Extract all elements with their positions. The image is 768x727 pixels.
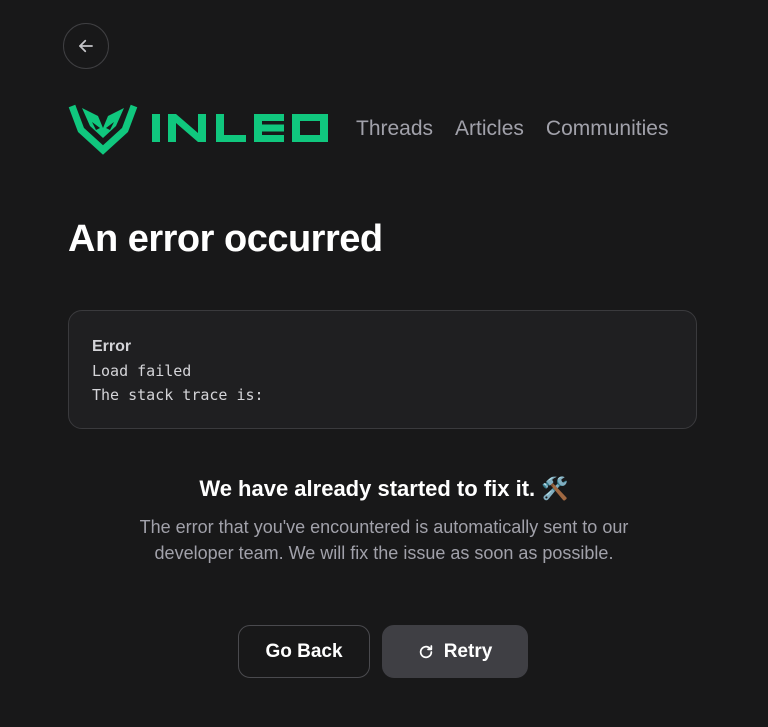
error-details-box: Error Load failed The stack trace is: (68, 310, 697, 429)
lion-logo-icon (68, 104, 138, 155)
action-buttons: Go Back Retry (238, 625, 528, 678)
retry-label: Retry (443, 640, 493, 662)
nav-link-threads[interactable]: Threads (356, 113, 433, 145)
fix-description: The error that you've encountered is aut… (139, 517, 629, 563)
brand-wordmark (152, 114, 328, 142)
error-page: Threads Articles Communities An error oc… (0, 0, 768, 727)
page-title: An error occurred (68, 218, 383, 260)
arrow-left-icon (79, 39, 93, 53)
go-back-button[interactable]: Go Back (238, 625, 370, 678)
fix-heading: We have already started to fix it. 🛠️ (199, 476, 569, 501)
error-label: Error (92, 338, 132, 355)
header-logo-area (68, 100, 328, 156)
back-button[interactable] (63, 23, 109, 69)
rotate-cw-icon (418, 644, 434, 660)
nav-link-articles[interactable]: Articles (455, 113, 524, 145)
stack-trace-line: The stack trace is: (92, 386, 264, 404)
go-back-label: Go Back (265, 640, 343, 662)
brand-logo[interactable] (68, 100, 328, 156)
nav-link-communities[interactable]: Communities (546, 113, 669, 145)
retry-button[interactable]: Retry (382, 625, 528, 678)
error-message: Load failed (92, 362, 192, 380)
main-nav: Threads Articles Communities (356, 113, 668, 145)
